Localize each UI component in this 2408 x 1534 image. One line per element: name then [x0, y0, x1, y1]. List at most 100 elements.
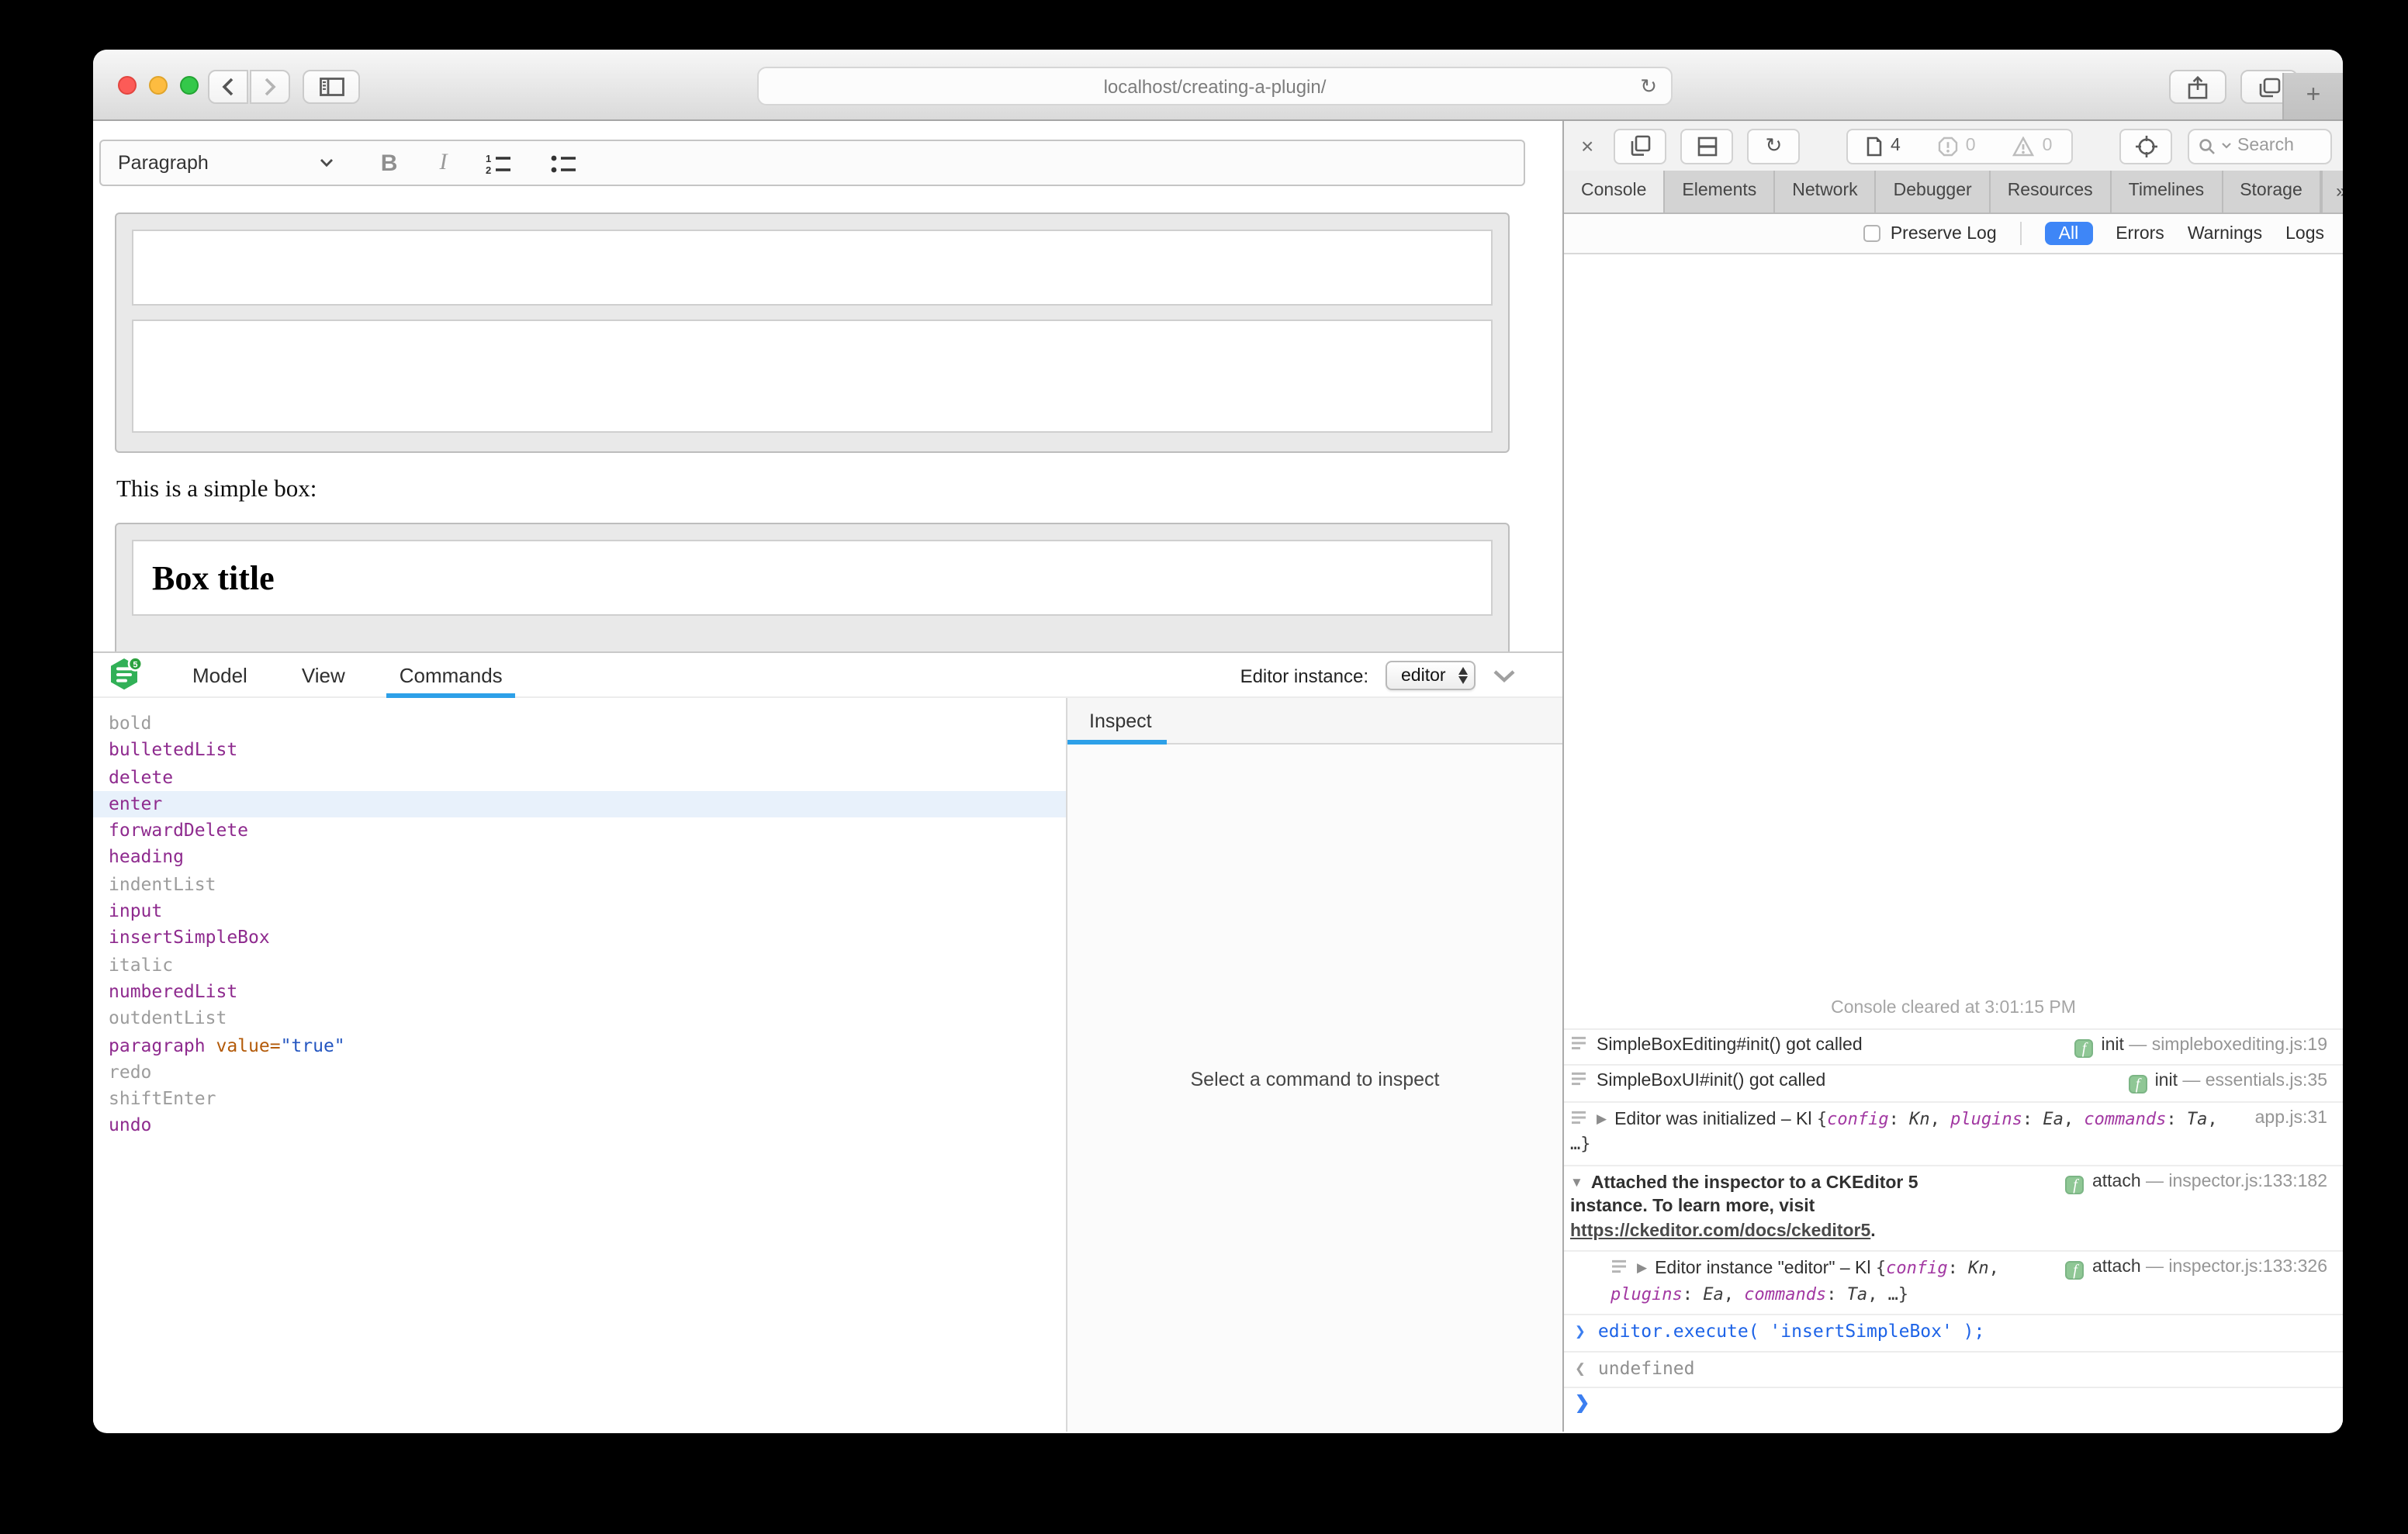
- close-inspector-button[interactable]: ×: [1575, 133, 1600, 158]
- forward-button[interactable]: [250, 70, 290, 104]
- inspect-pane: Inspect Select a command to inspect: [1066, 698, 1562, 1432]
- tab-inspect[interactable]: Inspect: [1067, 698, 1174, 745]
- command-item-delete[interactable]: delete: [93, 764, 1066, 791]
- source-location[interactable]: finit — essentials.js:35: [2129, 1070, 2327, 1094]
- search-scope-chevron-icon: [2222, 143, 2231, 149]
- inspector-search-field[interactable]: Search: [2188, 128, 2332, 164]
- ck-tab-model[interactable]: Model: [177, 652, 263, 697]
- command-item-numberedList[interactable]: numberedList: [93, 979, 1066, 1006]
- console-result-value: undefined: [1598, 1356, 1695, 1378]
- share-button[interactable]: [2169, 70, 2226, 104]
- console-input-chevron-icon: ❯: [1575, 1320, 1586, 1342]
- paragraph-dropdown[interactable]: Paragraph: [118, 152, 209, 174]
- console-text: :: [1683, 1284, 1704, 1304]
- reload-page-button[interactable]: ↻: [1747, 128, 1800, 164]
- console-text: ,: [1724, 1284, 1745, 1304]
- collapse-panel-chevron-icon[interactable]: [1493, 669, 1516, 682]
- source-location[interactable]: app.js:31: [2255, 1107, 2327, 1131]
- console-prompt-chevron-icon[interactable]: ❯: [1575, 1394, 1590, 1413]
- inspector-tab-elements[interactable]: Elements: [1665, 171, 1775, 212]
- console-scope-logs[interactable]: Logs: [2285, 224, 2324, 243]
- page-paragraph[interactable]: This is a simple box:: [116, 476, 1562, 504]
- console-text: :: [1948, 1258, 1969, 1278]
- console-result-chevron-icon: ❮: [1575, 1356, 1586, 1378]
- inspector-tab-network[interactable]: Network: [1775, 171, 1876, 212]
- web-page-pane: Paragraph B I 1 2: [93, 121, 1562, 1432]
- command-item-paragraph[interactable]: paragraph value="true": [93, 1032, 1066, 1059]
- ck-tab-commands[interactable]: Commands: [384, 652, 518, 697]
- traffic-lights: [118, 76, 199, 95]
- command-item-italic[interactable]: italic: [93, 952, 1066, 979]
- source-location[interactable]: fattach — inspector.js:133:182: [2066, 1170, 2327, 1194]
- command-item-insertSimpleBox[interactable]: insertSimpleBox: [93, 925, 1066, 952]
- command-item-input[interactable]: input: [93, 898, 1066, 925]
- dock-bottom-button[interactable]: [1680, 128, 1733, 164]
- disclosure-collapsed-icon[interactable]: ▶: [1597, 1110, 1607, 1125]
- zoom-window-button[interactable]: [180, 76, 199, 95]
- element-picker-button[interactable]: [2119, 128, 2172, 164]
- console-text: ,: [1989, 1258, 1999, 1278]
- command-item-bold[interactable]: bold: [93, 710, 1066, 738]
- inspector-tab-storage[interactable]: Storage: [2223, 171, 2321, 212]
- command-item-indentList[interactable]: indentList: [93, 872, 1066, 899]
- ck-tab-view[interactable]: View: [286, 652, 361, 697]
- console-cleared-message: Console cleared at 3:01:15 PM: [1564, 990, 2343, 1028]
- inspector-tab-timelines[interactable]: Timelines: [2112, 171, 2223, 212]
- command-item-redo[interactable]: redo: [93, 1059, 1066, 1087]
- preserve-log-label: Preserve Log: [1891, 224, 1997, 243]
- command-item-forwardDelete[interactable]: forwardDelete: [93, 817, 1066, 845]
- source-location[interactable]: finit — simpleboxediting.js:19: [2075, 1034, 2328, 1058]
- console-text: {: [1817, 1108, 1827, 1128]
- sidebar-toggle-button[interactable]: [303, 70, 360, 104]
- numbered-list-button[interactable]: 1 2: [486, 153, 512, 173]
- warning-count-button[interactable]: 0: [1995, 136, 2071, 156]
- command-item-heading[interactable]: heading: [93, 845, 1066, 872]
- simple-box-widget[interactable]: [115, 212, 1510, 453]
- simple-box-title-field[interactable]: [132, 230, 1493, 306]
- detach-window-icon: [1629, 135, 1651, 157]
- simple-box-description-field[interactable]: [132, 320, 1493, 433]
- simple-box-title-field-2[interactable]: Box title: [132, 540, 1493, 616]
- editor-instance-select[interactable]: editor: [1386, 661, 1476, 690]
- preserve-log-checkbox[interactable]: [1864, 225, 1881, 242]
- command-item-outdentList[interactable]: outdentList: [93, 1006, 1066, 1033]
- console-link[interactable]: https://ckeditor.com/docs/ckeditor5: [1570, 1221, 1870, 1240]
- log-message-icon: [1611, 1258, 1628, 1275]
- disclosure-collapsed-icon[interactable]: ▶: [1637, 1259, 1647, 1275]
- console-text: .: [1870, 1221, 1875, 1240]
- console-scope-all[interactable]: All: [2045, 222, 2093, 245]
- inspector-tab-debugger[interactable]: Debugger: [1877, 171, 1991, 212]
- bold-button[interactable]: B: [381, 150, 398, 176]
- inspector-tab-console[interactable]: Console: [1564, 171, 1665, 212]
- reload-icon[interactable]: ↻: [1640, 74, 1657, 99]
- chevron-down-icon[interactable]: [320, 158, 334, 168]
- console-row: ❯editor.execute( 'insertSimpleBox' );: [1564, 1314, 2343, 1350]
- inspector-tab-resources[interactable]: Resources: [1991, 171, 2112, 212]
- console-scope-errors[interactable]: Errors: [2116, 224, 2164, 243]
- source-location[interactable]: fattach — inspector.js:133:326: [2066, 1256, 2327, 1280]
- command-item-undo[interactable]: undo: [93, 1113, 1066, 1140]
- command-item-bulletedList[interactable]: bulletedList: [93, 738, 1066, 765]
- minimize-window-button[interactable]: [149, 76, 168, 95]
- error-count-button[interactable]: 0: [1919, 136, 1995, 156]
- page-resources-button[interactable]: 4: [1849, 136, 1919, 156]
- console-text: Kn: [1968, 1258, 1989, 1278]
- back-button[interactable]: [208, 70, 248, 104]
- console-scope-warnings[interactable]: Warnings: [2188, 224, 2262, 243]
- bulleted-list-button[interactable]: [551, 153, 577, 173]
- new-tab-button[interactable]: +: [2282, 73, 2343, 119]
- close-window-button[interactable]: [118, 76, 137, 95]
- command-item-shiftEnter[interactable]: shiftEnter: [93, 1086, 1066, 1113]
- disclosure-expanded-icon[interactable]: ▼: [1570, 1173, 1583, 1189]
- more-tabs-button[interactable]: »: [2321, 171, 2343, 212]
- console-text: :: [1889, 1108, 1910, 1128]
- plus-icon: +: [2306, 82, 2321, 110]
- italic-button[interactable]: I: [439, 150, 447, 176]
- detach-inspector-button[interactable]: [1614, 128, 1666, 164]
- address-bar[interactable]: localhost/creating-a-plugin/ ↻: [757, 67, 1673, 105]
- preserve-log-toggle[interactable]: Preserve Log: [1864, 224, 1997, 243]
- document-icon: [1867, 136, 1883, 156]
- simple-box-widget-2[interactable]: Box title: [115, 523, 1510, 651]
- chevron-left-icon: [222, 78, 234, 96]
- command-item-enter[interactable]: enter: [93, 791, 1066, 818]
